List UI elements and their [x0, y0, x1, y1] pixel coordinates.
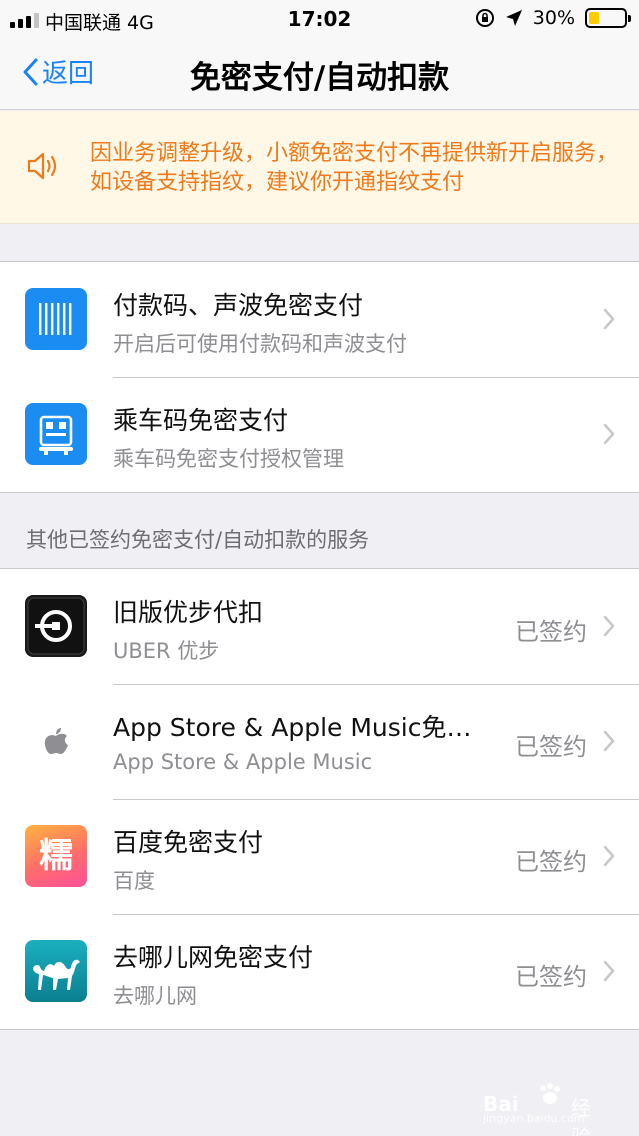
uber-logo-icon	[25, 595, 87, 657]
status-bar: 中国联通 4G 17:02 30%	[0, 0, 639, 36]
list-item-baidu[interactable]: 糯 百度免密支付 百度 已签约	[0, 799, 639, 914]
chevron-right-icon	[603, 730, 615, 752]
baidu-jingyan-watermark: Bai 经验 jingyan.baidu.com	[483, 1082, 603, 1136]
item-title: 乘车码免密支付	[113, 406, 289, 435]
item-title: 旧版优步代扣	[113, 598, 264, 627]
item-subtitle: UBER 优步	[113, 639, 220, 663]
notice-text: 因业务调整升级，小额免密支付不再提供新开启服务，如设备支持指纹，建议你开通指纹支…	[90, 141, 619, 195]
list-item-qunar[interactable]: 去哪儿网免密支付 去哪儿网 已签约	[0, 914, 639, 1029]
orientation-lock-icon	[475, 9, 494, 27]
list-item-uber[interactable]: 旧版优步代扣 UBER 优步 已签约	[0, 569, 639, 684]
signed-status: 已签约	[515, 618, 587, 646]
list-item-payment-code[interactable]: 付款码、声波免密支付 开启后可使用付款码和声波支付	[0, 262, 639, 377]
item-subtitle: App Store & Apple Music	[113, 750, 373, 774]
list-item-transit-code[interactable]: 乘车码免密支付 乘车码免密支付授权管理	[0, 377, 639, 492]
chevron-right-icon	[603, 423, 615, 445]
item-subtitle: 百度	[113, 869, 155, 893]
signed-status: 已签约	[515, 733, 587, 761]
item-subtitle: 开启后可使用付款码和声波支付	[113, 332, 407, 356]
battery-percent: 30%	[532, 7, 575, 29]
notice-banner: 因业务调整升级，小额免密支付不再提供新开启服务，如设备支持指纹，建议你开通指纹支…	[0, 111, 639, 224]
baidu-app-icon: 糯	[25, 825, 87, 887]
item-title: App Store & Apple Music免…	[113, 713, 472, 742]
item-subtitle: 去哪儿网	[113, 984, 197, 1008]
item-title: 付款码、声波免密支付	[113, 291, 364, 320]
page-title: 免密支付/自动扣款	[189, 60, 450, 96]
chevron-right-icon	[603, 960, 615, 982]
camel-logo-icon	[25, 940, 87, 1002]
signed-status: 已签约	[515, 848, 587, 876]
item-title: 去哪儿网免密支付	[113, 943, 314, 972]
item-subtitle: 乘车码免密支付授权管理	[113, 447, 344, 471]
chevron-right-icon	[603, 308, 615, 330]
barcode-icon	[25, 288, 87, 350]
chevron-right-icon	[603, 615, 615, 637]
speaker-icon	[27, 152, 57, 180]
signed-status: 已签约	[515, 963, 587, 991]
payment-options-group: 付款码、声波免密支付 开启后可使用付款码和声波支付 乘车码免密支付 乘车码免密支…	[0, 261, 639, 493]
apple-logo-icon	[25, 710, 87, 772]
transit-code-icon	[25, 403, 87, 465]
battery-icon	[585, 8, 631, 28]
watermark-url: jingyan.baidu.com	[483, 1112, 585, 1125]
item-title: 百度免密支付	[113, 828, 264, 857]
chevron-right-icon	[603, 845, 615, 867]
paw-logo-icon	[540, 1083, 560, 1104]
section-header: 其他已签约免密支付/自动扣款的服务	[26, 528, 370, 552]
location-icon	[505, 10, 522, 26]
list-item-app-store[interactable]: App Store & Apple Music免… App Store & Ap…	[0, 684, 639, 799]
signed-services-group: 旧版优步代扣 UBER 优步 已签约 App Store & Apple Mus…	[0, 568, 639, 1030]
navigation-bar: 返回 免密支付/自动扣款	[0, 36, 639, 110]
baidu-icon-glyph: 糯	[39, 836, 73, 876]
